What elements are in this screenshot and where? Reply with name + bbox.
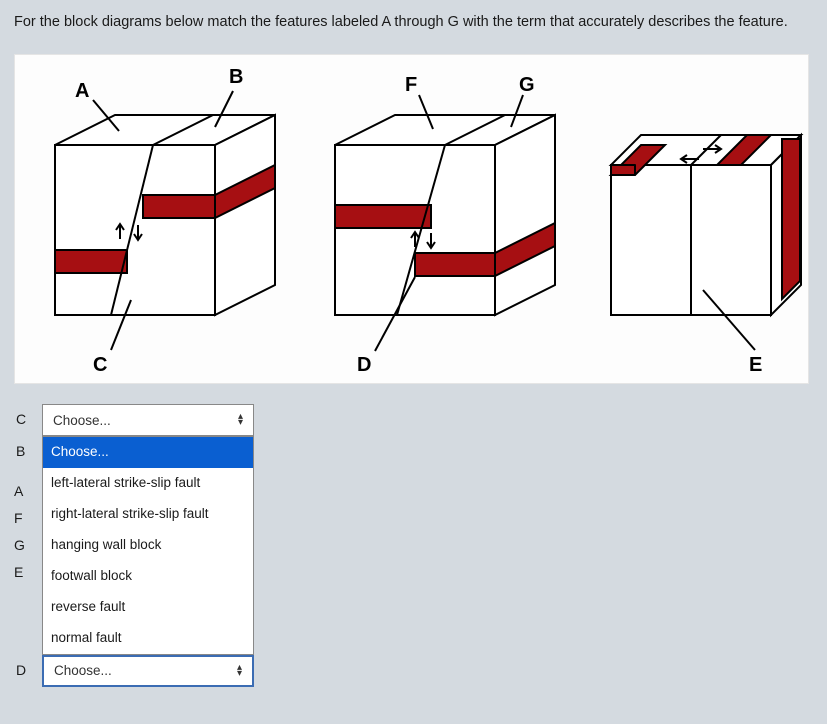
- dropdown-c-value: Choose...: [53, 413, 111, 428]
- answer-label-d: D: [14, 655, 42, 678]
- updown-icon: ▴▾: [237, 665, 242, 677]
- block-diagram-image: A B C F: [14, 54, 809, 384]
- svg-text:E: E: [749, 354, 762, 376]
- dropdown-option-reverse-fault[interactable]: reverse fault: [43, 592, 253, 623]
- dropdown-b-listbox[interactable]: Choose... left-lateral strike-slip fault…: [42, 436, 254, 654]
- dropdown-option-normal-fault[interactable]: normal fault: [43, 623, 253, 654]
- answer-label-c: C: [14, 404, 42, 427]
- svg-text:B: B: [229, 66, 243, 88]
- dropdown-option-right-lateral[interactable]: right-lateral strike-slip fault: [43, 499, 253, 530]
- dropdown-option-hanging-wall[interactable]: hanging wall block: [43, 530, 253, 561]
- svg-text:G: G: [519, 74, 535, 96]
- dropdown-option-choose[interactable]: Choose...: [43, 437, 253, 468]
- dropdown-d-value: Choose...: [54, 663, 112, 678]
- dropdown-option-left-lateral[interactable]: left-lateral strike-slip fault: [43, 468, 253, 499]
- dropdown-d[interactable]: Choose... ▴▾: [42, 655, 254, 687]
- instruction-text: For the block diagrams below match the f…: [14, 12, 813, 32]
- svg-text:D: D: [357, 354, 371, 376]
- answer-label-a: A: [14, 463, 42, 490]
- dropdown-c[interactable]: Choose... ▴▾: [42, 404, 254, 436]
- svg-text:F: F: [405, 74, 417, 96]
- svg-text:A: A: [75, 80, 89, 102]
- updown-icon: ▴▾: [238, 414, 243, 426]
- answers-area: C Choose... ▴▾ B Choose... left-lateral …: [14, 404, 813, 686]
- svg-text:C: C: [93, 354, 107, 376]
- dropdown-option-footwall[interactable]: footwall block: [43, 561, 253, 592]
